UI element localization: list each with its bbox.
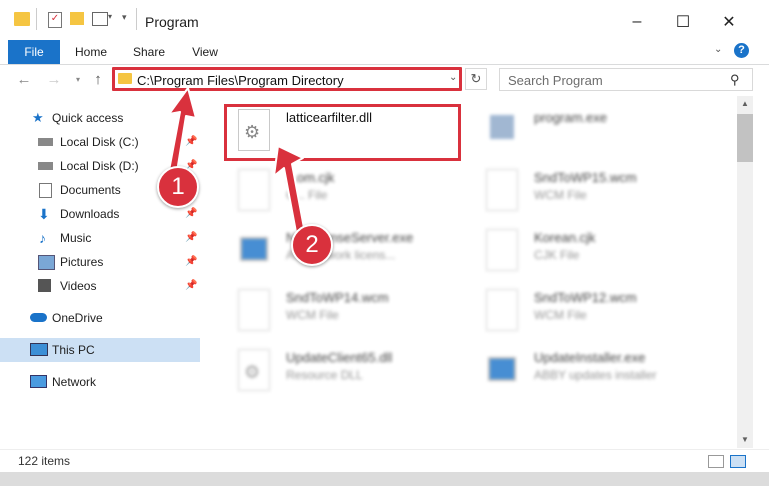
arrow-1 — [167, 87, 197, 179]
callout-2: 2 — [291, 224, 333, 266]
callout-arrows — [167, 87, 305, 233]
callout-1: 1 — [157, 166, 199, 208]
arrow-2 — [273, 145, 305, 233]
